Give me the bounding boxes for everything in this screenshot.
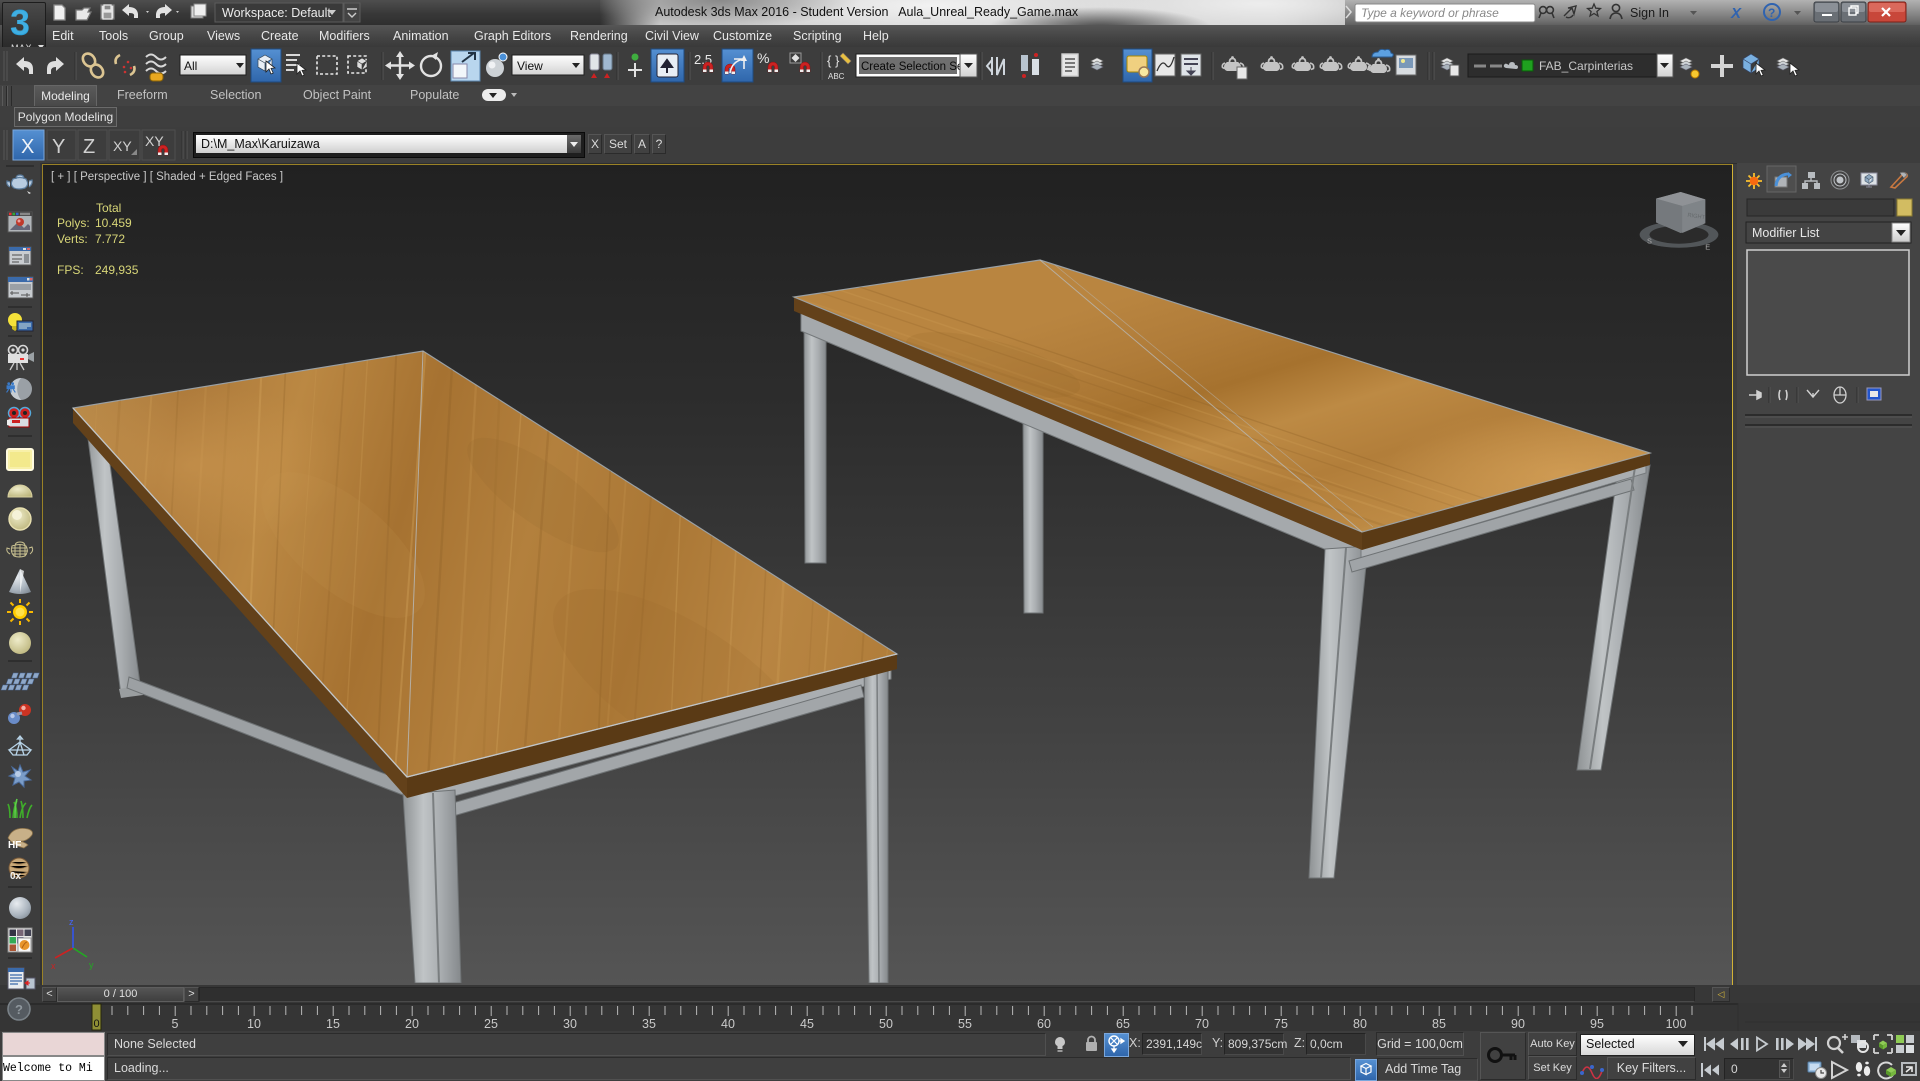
svg-text:Workspace: Default: Workspace: Default bbox=[222, 6, 331, 20]
svg-text:FAB_Carpinterias: FAB_Carpinterias bbox=[1539, 59, 1633, 73]
svg-text:Sign In: Sign In bbox=[1630, 6, 1669, 20]
svg-text:100: 100 bbox=[1666, 1017, 1687, 1031]
svg-text:E: E bbox=[1705, 242, 1710, 251]
svg-text:?: ? bbox=[1768, 6, 1775, 20]
svg-text:85: 85 bbox=[1432, 1017, 1446, 1031]
svg-text:3: 3 bbox=[11, 4, 30, 42]
svg-text:ABC: ABC bbox=[828, 72, 845, 81]
svg-text:75: 75 bbox=[1274, 1017, 1288, 1031]
svg-text:Polys:: Polys: bbox=[57, 216, 90, 230]
svg-text:z: z bbox=[69, 917, 74, 927]
svg-text:All: All bbox=[184, 59, 197, 73]
svg-text:S: S bbox=[1647, 237, 1652, 246]
svg-text:Type a keyword or phrase: Type a keyword or phrase bbox=[1361, 6, 1499, 20]
svg-text:60: 60 bbox=[1037, 1017, 1051, 1031]
svg-text:%: % bbox=[757, 50, 769, 66]
svg-text:y: y bbox=[89, 960, 94, 970]
svg-text:5: 5 bbox=[172, 1017, 179, 1031]
svg-text:0x: 0x bbox=[10, 871, 22, 882]
svg-text:15: 15 bbox=[326, 1017, 340, 1031]
svg-text:Verts:: Verts: bbox=[57, 232, 88, 246]
svg-text:{ }: { } bbox=[827, 53, 840, 68]
svg-text:25: 25 bbox=[484, 1017, 498, 1031]
svg-text:Z: Z bbox=[83, 136, 95, 158]
svg-text:35: 35 bbox=[642, 1017, 656, 1031]
svg-text:Modifier List: Modifier List bbox=[1752, 226, 1820, 240]
svg-text:X: X bbox=[1730, 5, 1742, 22]
svg-text:7.772: 7.772 bbox=[95, 232, 125, 246]
svg-text:HF: HF bbox=[8, 840, 21, 851]
svg-text:FPS:: FPS: bbox=[57, 263, 84, 277]
svg-text:30: 30 bbox=[563, 1017, 577, 1031]
svg-text:View: View bbox=[517, 59, 543, 73]
svg-text:55: 55 bbox=[958, 1017, 972, 1031]
svg-text:10.459: 10.459 bbox=[95, 216, 132, 230]
svg-text:Create Selection Se: Create Selection Se bbox=[861, 61, 963, 73]
svg-text:70: 70 bbox=[1195, 1017, 1209, 1031]
svg-text:XY: XY bbox=[113, 138, 132, 154]
svg-text:40: 40 bbox=[721, 1017, 735, 1031]
svg-text:249,935: 249,935 bbox=[95, 263, 139, 277]
svg-text:0: 0 bbox=[93, 1018, 99, 1030]
svg-text:X: X bbox=[21, 136, 34, 158]
svg-text:10: 10 bbox=[247, 1017, 261, 1031]
svg-text:Total: Total bbox=[96, 201, 121, 215]
svg-text:Y: Y bbox=[52, 136, 65, 158]
svg-text:20: 20 bbox=[405, 1017, 419, 1031]
svg-text:45: 45 bbox=[800, 1017, 814, 1031]
svg-text:?: ? bbox=[15, 1002, 23, 1017]
svg-text:90: 90 bbox=[1511, 1017, 1525, 1031]
svg-text:80: 80 bbox=[1353, 1017, 1367, 1031]
svg-text:50: 50 bbox=[879, 1017, 893, 1031]
svg-text:x: x bbox=[51, 961, 56, 971]
svg-text:95: 95 bbox=[1590, 1017, 1604, 1031]
svg-text:65: 65 bbox=[1116, 1017, 1130, 1031]
